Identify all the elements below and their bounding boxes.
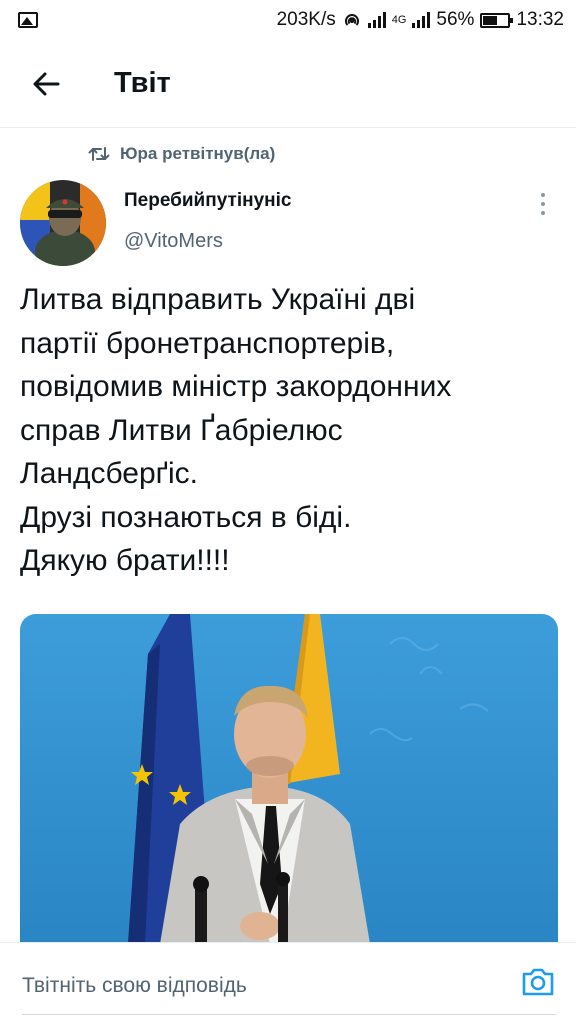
tweet-text: Литва відправить Україні дві партії брон… [20, 278, 560, 583]
app-header: Твіт [0, 40, 576, 128]
clock: 13:32 [516, 9, 564, 30]
retweet-context[interactable]: Юра ретвітнув(ла) [88, 144, 275, 164]
back-button[interactable] [16, 54, 76, 114]
tweet-text-line: Дякую брати!!!! [20, 544, 230, 577]
gallery-icon [18, 12, 38, 28]
tweet-text-line: партії бронетранспортерів, [20, 326, 395, 360]
arrow-left-icon [33, 72, 60, 95]
signal-icon [367, 12, 386, 28]
tweet-media-image[interactable] [20, 614, 558, 944]
tweet-text-line: повідомив міністр закордонних [20, 370, 452, 403]
page-title: Твіт [114, 67, 171, 99]
camera-icon-graphic [522, 968, 554, 996]
avatar-image [20, 180, 106, 266]
media-photo [20, 614, 558, 944]
tweet-text-line: Литва відправить Україні дві [20, 283, 416, 316]
status-bar: 203K/s 4G 56% 13:32 [0, 0, 576, 40]
camera-icon[interactable] [520, 964, 556, 1000]
reply-input[interactable] [22, 968, 492, 1004]
user-handle[interactable]: @VitoMers [124, 230, 223, 253]
battery-percent: 56% [436, 9, 475, 30]
tweet-text-line: Друзі познаються в біді. [20, 500, 352, 534]
retweeted-by-label: Юра ретвітнув(ла) [120, 144, 276, 163]
battery-icon [480, 12, 514, 28]
tweet-text-line: Ландсберґіс. [20, 457, 198, 490]
retweet-icon [88, 147, 110, 161]
more-vertical-icon[interactable] [528, 186, 558, 222]
tweet-text-line: справ Литви Ґабріелюс [20, 413, 343, 447]
reply-underline [22, 1014, 556, 1015]
signal-icon-2 [412, 12, 431, 28]
hotspot-icon [344, 14, 359, 26]
display-name[interactable]: Перебийпутінуніс [124, 190, 291, 212]
network-type: 4G [391, 14, 407, 26]
avatar[interactable] [20, 180, 106, 266]
network-speed: 203K/s [276, 9, 336, 30]
